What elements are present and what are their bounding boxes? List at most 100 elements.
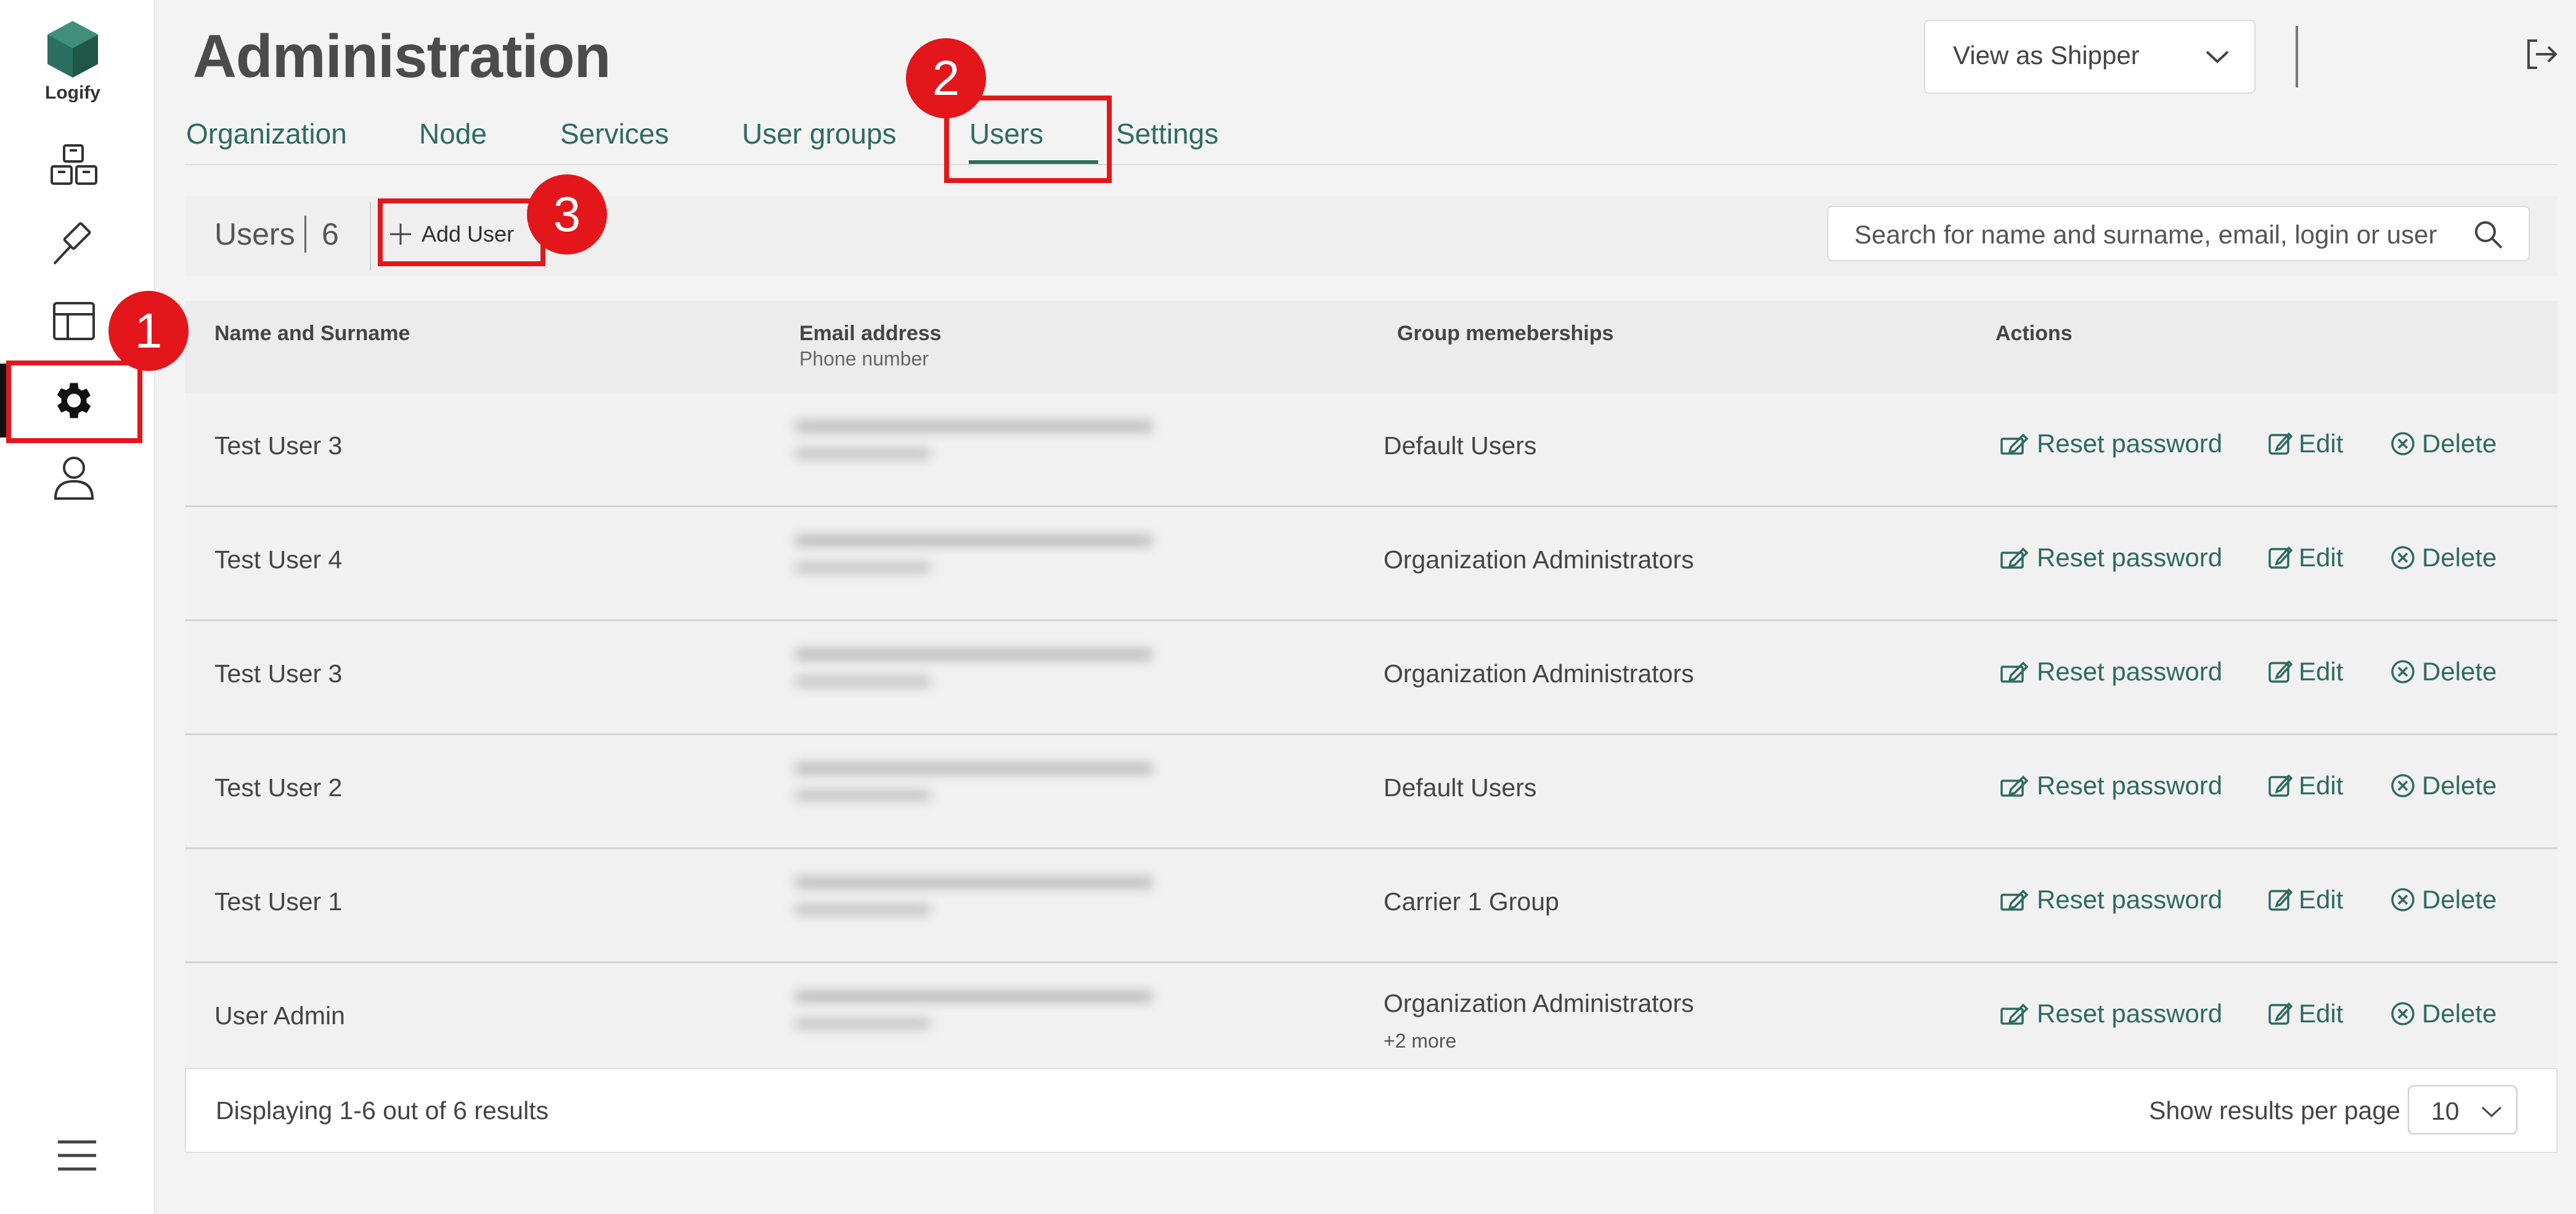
logout-icon <box>2527 39 2558 69</box>
reset-password-button[interactable]: Reset password <box>2000 543 2222 572</box>
user-group: Organization Administrators <box>1384 545 1694 574</box>
tab-settings[interactable]: Settings <box>1116 117 1218 150</box>
edit-label: Edit <box>2299 543 2344 572</box>
delete-label: Delete <box>2422 657 2497 686</box>
tab-organization[interactable]: Organization <box>186 117 347 150</box>
chevron-down-icon <box>2206 51 2229 63</box>
table-row: Test User 3 Organization Administrators Re… <box>185 621 2558 735</box>
edit-icon <box>2268 774 2293 797</box>
col-actions-header: Actions <box>1995 322 2073 345</box>
highlight-administration-nav <box>6 361 142 443</box>
delete-button[interactable]: Delete <box>2390 543 2497 572</box>
blurred-contact-info <box>795 649 1159 687</box>
edit-icon <box>2268 432 2293 455</box>
delete-label: Delete <box>2422 999 2497 1028</box>
tab-user-groups[interactable]: User groups <box>742 117 897 150</box>
user-name: User Admin <box>214 1001 345 1030</box>
blurred-contact-info <box>795 535 1159 573</box>
logo-text: Logify <box>45 83 100 103</box>
title-separator <box>304 216 306 253</box>
users-title: Users <box>214 217 295 251</box>
per-page-label: Show results per page <box>2149 1096 2400 1125</box>
hammer-icon <box>53 222 91 265</box>
more-groups-link[interactable]: +2 more <box>1384 1030 1456 1053</box>
edit-label: Edit <box>2299 771 2344 800</box>
header-divider <box>2296 26 2298 88</box>
delete-button[interactable]: Delete <box>2390 429 2497 458</box>
reset-password-button[interactable]: Reset password <box>2000 771 2222 801</box>
edit-icon <box>2268 660 2293 683</box>
user-group: Default Users <box>1384 431 1537 460</box>
delete-button[interactable]: Delete <box>2390 657 2497 686</box>
logout-button[interactable] <box>2524 37 2558 75</box>
table-row: Test User 3 Default Users Reset password Ed… <box>185 393 2558 507</box>
user-name: Test User 4 <box>214 545 343 574</box>
step-badge-2: 2 <box>906 38 986 118</box>
edit-button[interactable]: Edit <box>2268 657 2343 686</box>
results-summary: Displaying 1-6 out of 6 results <box>216 1096 549 1125</box>
user-group: Carrier 1 Group <box>1384 887 1559 916</box>
table-header: Name and Surname Email address Phone num… <box>185 301 2558 393</box>
user-name: Test User 3 <box>214 431 343 460</box>
edit-button[interactable]: Edit <box>2268 771 2343 801</box>
user-name: Test User 2 <box>214 773 343 802</box>
col-email-header: Email address <box>799 322 942 345</box>
table-row: User Admin Organization Administrators +2 … <box>185 963 2558 1077</box>
search-input[interactable] <box>1853 217 2447 253</box>
col-groups-header: Group memeberships <box>1397 322 1614 345</box>
delete-button[interactable]: Delete <box>2390 771 2497 801</box>
table-body: Test User 3 Default Users Reset password Ed… <box>185 393 2558 1077</box>
delete-icon <box>2391 774 2415 797</box>
delete-icon <box>2391 888 2415 911</box>
sidebar-item-profile[interactable] <box>49 453 99 502</box>
search-icon[interactable] <box>2473 219 2504 250</box>
tab-services[interactable]: Services <box>560 117 669 150</box>
reset-password-button[interactable]: Reset password <box>2000 429 2222 458</box>
users-count: 6 <box>322 217 339 251</box>
highlight-add-user <box>378 198 545 266</box>
user-group: Default Users <box>1384 773 1537 802</box>
blurred-contact-info <box>795 991 1159 1029</box>
edit-button[interactable]: Edit <box>2268 543 2343 572</box>
delete-icon <box>2391 546 2415 569</box>
tabs-divider <box>185 164 2558 165</box>
blurred-contact-info <box>795 421 1159 459</box>
edit-button[interactable]: Edit <box>2268 885 2343 915</box>
sidebar-item-orders[interactable] <box>49 142 99 191</box>
reset-password-icon <box>2000 1003 2029 1025</box>
reset-password-label: Reset password <box>2037 543 2223 572</box>
edit-label: Edit <box>2299 999 2344 1028</box>
sidebar-item-dashboard[interactable] <box>49 297 99 346</box>
reset-password-icon <box>2000 889 2029 911</box>
edit-label: Edit <box>2299 657 2344 686</box>
layout-icon <box>53 302 95 340</box>
logo-cube-icon <box>47 21 98 78</box>
reset-password-button[interactable]: Reset password <box>2000 999 2222 1029</box>
reset-password-icon <box>2000 661 2029 683</box>
users-table: Name and Surname Email address Phone num… <box>185 301 2558 1077</box>
reset-password-icon <box>2000 547 2029 569</box>
edit-button[interactable]: Edit <box>2268 429 2343 458</box>
reset-password-label: Reset password <box>2037 771 2223 800</box>
toolbar-divider <box>370 202 371 270</box>
table-row: Test User 1 Carrier 1 Group Reset password… <box>185 849 2558 963</box>
menu-toggle[interactable] <box>55 1137 99 1174</box>
reset-password-button[interactable]: Reset password <box>2000 885 2222 915</box>
user-search <box>1827 206 2530 261</box>
per-page-select[interactable]: 10 <box>2408 1085 2517 1135</box>
sidebar-item-auctions[interactable] <box>49 221 99 270</box>
reset-password-icon <box>2000 775 2029 797</box>
reset-password-button[interactable]: Reset password <box>2000 657 2222 686</box>
sidebar: Logify <box>0 0 155 1214</box>
view-as-value: View as Shipper <box>1953 41 2140 70</box>
tab-node[interactable]: Node <box>419 117 487 150</box>
edit-label: Edit <box>2299 429 2344 458</box>
edit-button[interactable]: Edit <box>2268 999 2343 1029</box>
delete-button[interactable]: Delete <box>2390 999 2497 1029</box>
delete-icon <box>2391 1002 2415 1025</box>
view-as-select[interactable]: View as Shipper <box>1924 20 2256 94</box>
delete-button[interactable]: Delete <box>2390 885 2497 915</box>
table-row: Test User 4 Organization Administrators Re… <box>185 507 2558 621</box>
step-badge-3: 3 <box>527 174 607 255</box>
reset-password-label: Reset password <box>2037 657 2223 686</box>
